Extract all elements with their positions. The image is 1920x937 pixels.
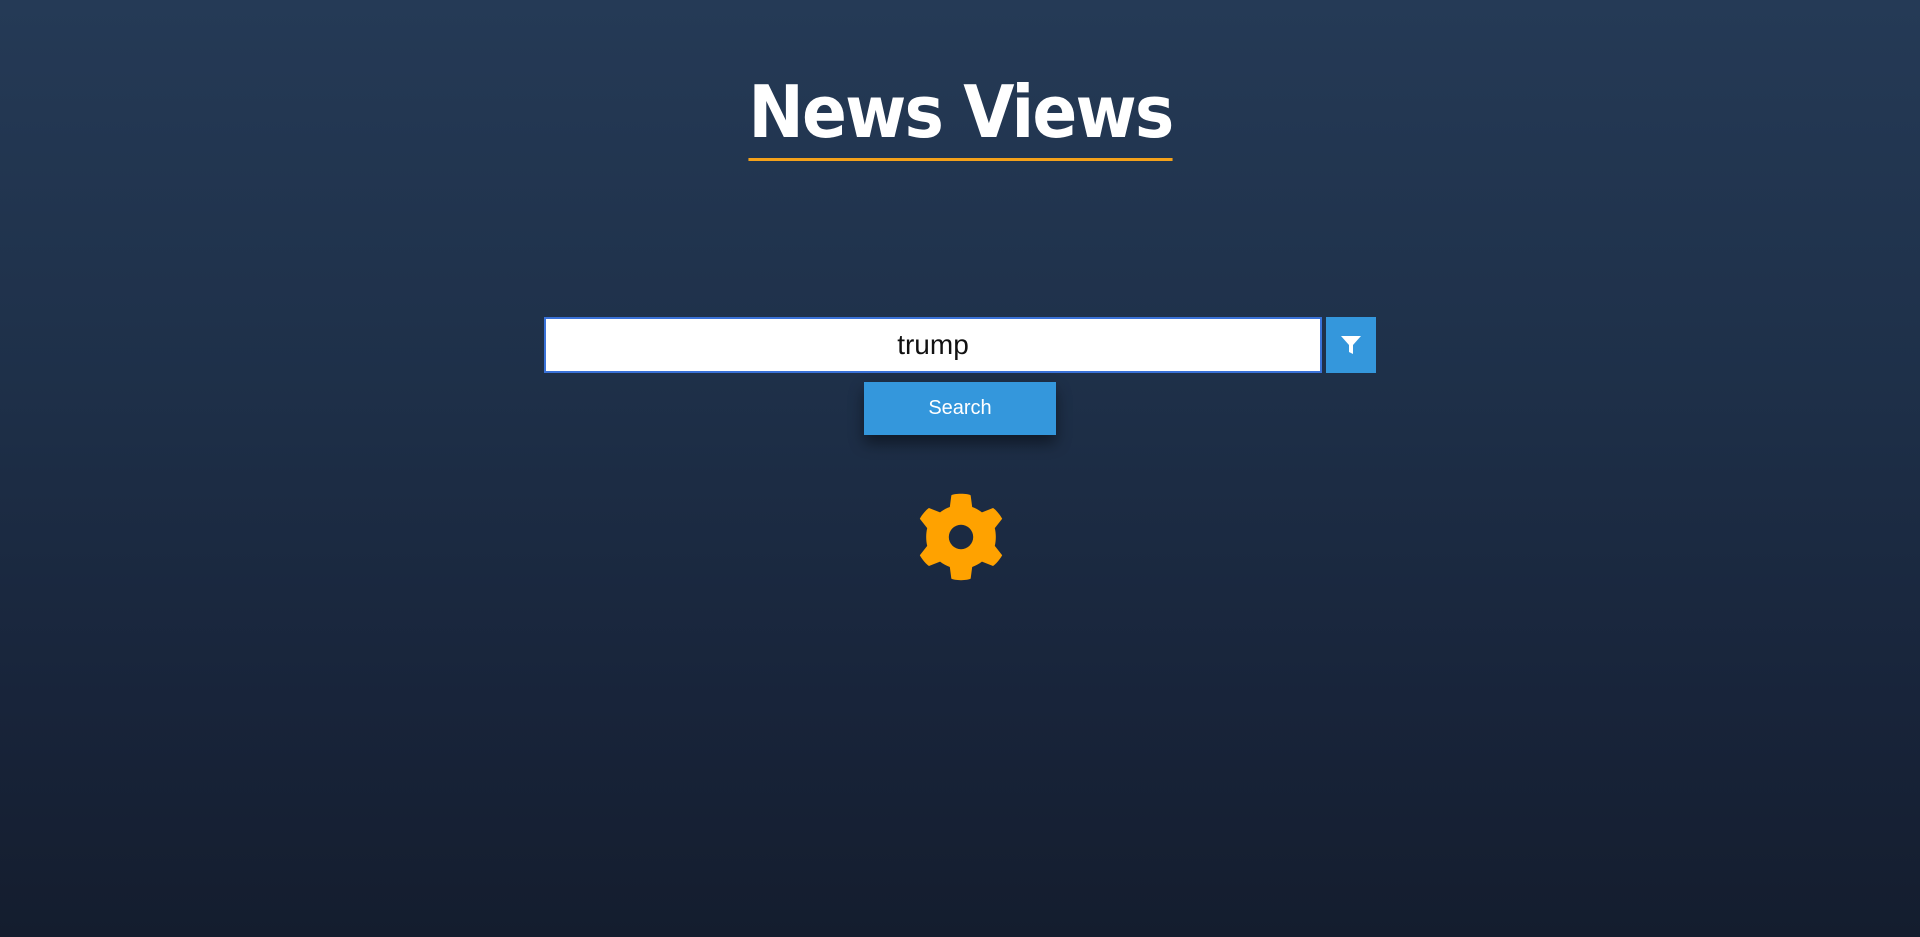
filter-button[interactable] (1326, 317, 1376, 373)
page-title: News Views (747, 70, 1174, 162)
search-bar (544, 317, 1376, 373)
gear-icon[interactable] (900, 476, 1022, 598)
filter-icon (1341, 336, 1361, 354)
header: News Views (0, 22, 1920, 209)
search-input[interactable] (544, 317, 1322, 373)
search-button[interactable]: Search (864, 382, 1056, 435)
